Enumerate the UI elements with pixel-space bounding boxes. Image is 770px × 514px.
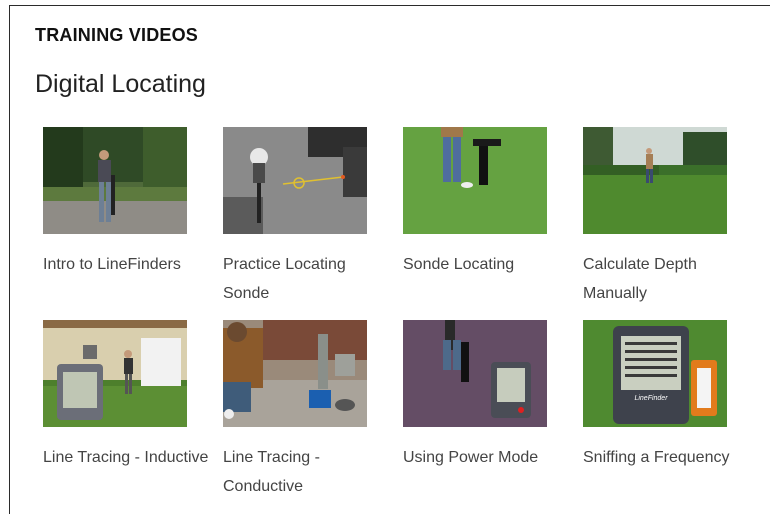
thumbnail-image [403, 320, 547, 427]
thumbnail-image: LineFinder [583, 320, 727, 427]
video-thumbnail[interactable] [403, 320, 547, 427]
thumbnail-image [43, 127, 187, 234]
brand-label: LineFinder [634, 395, 668, 402]
video-title[interactable]: Line Tracing - Conductive [223, 443, 391, 501]
video-thumbnail[interactable] [43, 320, 187, 427]
video-title[interactable]: Calculate Depth Manually [583, 250, 751, 308]
thumbnail-image [403, 127, 547, 234]
thumbnail-image [223, 320, 367, 427]
video-card-practice-locating-sonde[interactable]: Practice Locating Sonde [223, 127, 393, 308]
video-title[interactable]: Sonde Locating [403, 250, 571, 279]
video-thumbnail[interactable] [43, 127, 187, 234]
thumbnail-image [223, 127, 367, 234]
thumbnail-image [583, 127, 727, 234]
video-card-intro[interactable]: Intro to LineFinders [43, 127, 213, 279]
video-card-sniffing-a-frequency[interactable]: LineFinder Sniffing a Frequency [583, 320, 753, 472]
video-thumbnail[interactable]: LineFinder [583, 320, 727, 427]
video-thumbnail[interactable] [223, 320, 367, 427]
video-card-sonde-locating[interactable]: Sonde Locating [403, 127, 573, 279]
video-title[interactable]: Line Tracing - Inductive [43, 443, 211, 472]
thumbnail-image [43, 320, 187, 427]
video-thumbnail[interactable] [223, 127, 367, 234]
video-thumbnail[interactable] [403, 127, 547, 234]
video-title[interactable]: Using Power Mode [403, 443, 571, 472]
video-card-line-tracing-conductive[interactable]: Line Tracing - Conductive [223, 320, 393, 501]
video-title[interactable]: Practice Locating Sonde [223, 250, 391, 308]
video-card-calculate-depth-manually[interactable]: Calculate Depth Manually [583, 127, 753, 308]
video-card-using-power-mode[interactable]: Using Power Mode [403, 320, 573, 472]
category-heading: Digital Locating [35, 70, 206, 98]
video-title[interactable]: Intro to LineFinders [43, 250, 211, 279]
video-card-line-tracing-inductive[interactable]: Line Tracing - Inductive [43, 320, 213, 472]
section-heading: TRAINING VIDEOS [35, 25, 199, 45]
video-thumbnail[interactable] [583, 127, 727, 234]
video-title[interactable]: Sniffing a Frequency [583, 443, 751, 472]
